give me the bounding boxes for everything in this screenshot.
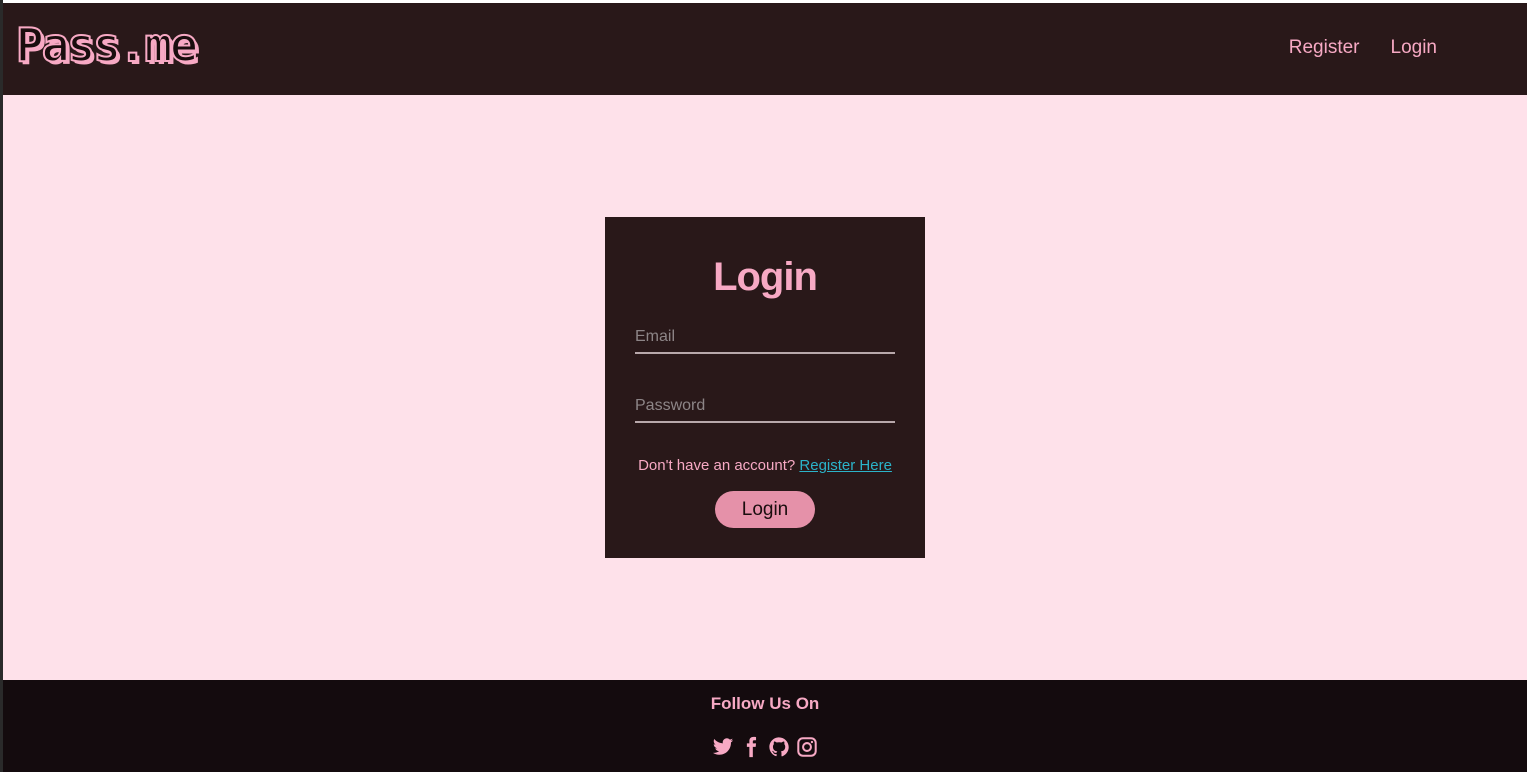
nav-links: Register Login bbox=[1289, 37, 1437, 59]
page: Pass.me Register Login Login Don't have … bbox=[0, 0, 1527, 772]
instagram-icon[interactable] bbox=[796, 736, 818, 758]
window-left-border bbox=[0, 0, 3, 772]
social-links bbox=[3, 736, 1527, 758]
register-prompt-text: Don't have an account? bbox=[638, 457, 796, 474]
footer: Follow Us On bbox=[3, 680, 1527, 772]
facebook-icon[interactable] bbox=[740, 736, 762, 758]
login-card: Login Don't have an account? Register He… bbox=[605, 217, 925, 558]
site-logo[interactable]: Pass.me bbox=[15, 21, 199, 69]
password-field[interactable] bbox=[635, 391, 895, 423]
register-prompt: Don't have an account? Register Here bbox=[605, 457, 925, 474]
nav-register-link[interactable]: Register bbox=[1289, 37, 1360, 59]
login-title: Login bbox=[713, 255, 818, 299]
register-here-link[interactable]: Register Here bbox=[799, 457, 892, 474]
github-icon[interactable] bbox=[768, 736, 790, 758]
nav-login-link[interactable]: Login bbox=[1391, 37, 1438, 59]
login-button[interactable]: Login bbox=[715, 491, 815, 528]
twitter-icon[interactable] bbox=[712, 736, 734, 758]
top-navbar: Pass.me Register Login bbox=[3, 3, 1527, 95]
footer-title: Follow Us On bbox=[710, 694, 820, 713]
email-field[interactable] bbox=[635, 322, 895, 354]
